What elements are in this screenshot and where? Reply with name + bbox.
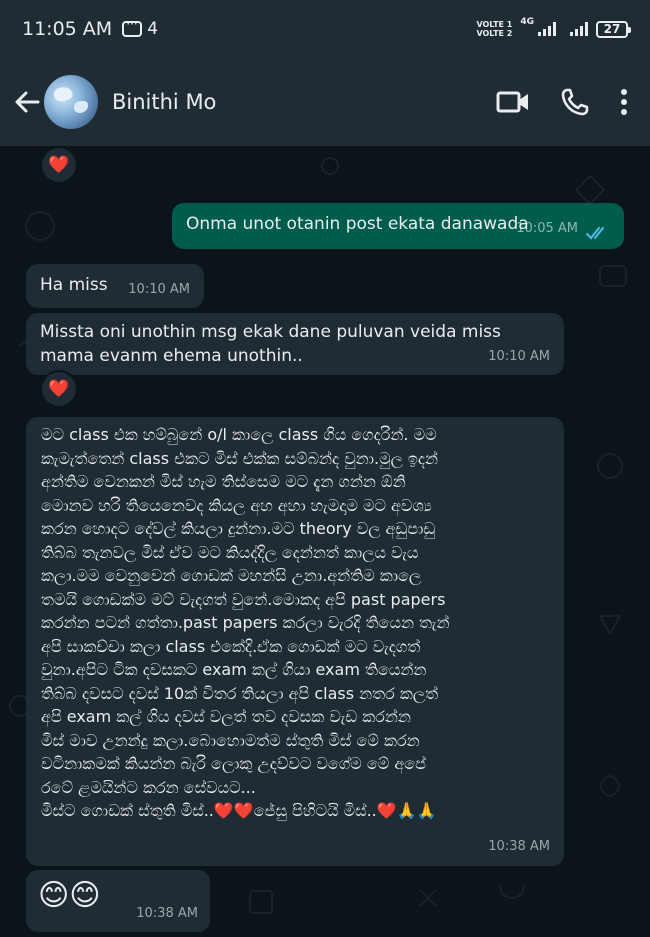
message-notification-icon: [122, 17, 143, 37]
message-line: කරන හොදට දේවල් කියලා දුන්නා.මට theory වල…: [41, 519, 436, 538]
message-incoming[interactable]: Missta oni unothin msg ekak dane puluvan…: [26, 313, 564, 375]
message-line: රටේ ළමයින්ට කරන සේවයට...: [41, 777, 256, 797]
message-line: තිබ්බ තැනවල මිස් ඒව මට කියද්දිල දෙන්නත් …: [41, 542, 419, 562]
message-line: මිස් මාව උනන්දු කලා.බොහොමත්ම ස්තුති මිස්…: [41, 730, 420, 750]
status-bar: 11:05 AM 4 VOLTE 1 VOLTE 2 4G 27: [0, 0, 650, 58]
message-line: කරන්න පටන් ගත්තා.past papers කරලා වැරදි …: [41, 613, 450, 632]
video-call-icon[interactable]: [496, 89, 530, 115]
heart-reaction[interactable]: ❤️: [40, 146, 78, 184]
volte-1-label: VOLTE 1: [476, 20, 513, 29]
heart-reaction-emoji: ❤️: [48, 379, 70, 399]
message-time: 10:05 AM: [516, 221, 578, 236]
battery-icon: 27: [596, 20, 631, 38]
more-options-icon[interactable]: [620, 88, 628, 116]
signal-icon-1: [538, 22, 556, 36]
network-type: 4G: [520, 17, 534, 27]
volte-2-label: VOLTE 2: [476, 29, 513, 38]
contact-avatar[interactable]: [44, 75, 98, 129]
message-incoming-emoji[interactable]: 😊😊 10:38 AM: [26, 870, 210, 932]
message-line: කැමැත්තෙන් class එකට මිස් එක්ක සම්බන්ද ව…: [41, 448, 438, 468]
message-line: අන්තිම වෙනකන් මිස් හැම තිස්සෙම මට දැන ගන…: [41, 472, 406, 491]
message-line: වටිනාකමක් කියන්න බැරි ලොකු උදව්වට වගේම ම…: [41, 754, 426, 773]
message-outgoing[interactable]: Onma unot otanin post ekata danawada 10:…: [172, 203, 624, 249]
status-time: 11:05 AM: [22, 18, 113, 40]
notification-indicator: 4: [122, 17, 159, 39]
notification-count: 4: [147, 19, 159, 39]
message-time: 10:10 AM: [128, 282, 190, 297]
signal-icon-2: [570, 22, 588, 36]
message-line: තිබ්බ දවසට දවස් 10ක් විතර තියලා අපි clas…: [41, 683, 439, 703]
heart-reaction-emoji: ❤️: [48, 155, 70, 175]
message-line: වුනා.අපිට ටික දවසකට exam කල් ගියා exam ත…: [41, 660, 427, 679]
message-line: අපි exam කල් ගිය දවස් වලත් තව දවසක වැඩ ක…: [41, 707, 411, 726]
message-line: අපි සාකච්චා කලා class එකේදි.ඒක ගොඩක් මට …: [41, 636, 421, 656]
back-arrow-icon: [15, 91, 40, 113]
message-line: මොනව හරි තියෙනෙවද කියල අහ අහා හැමදාම මට …: [41, 495, 432, 515]
message-text: Missta oni unothin msg ekak dane puluvan…: [40, 322, 501, 366]
message-text: 😊😊: [38, 878, 101, 913]
message-incoming-long[interactable]: මට class එක හම්බුනේ o/l කාලෙ class ගිය ග…: [26, 417, 564, 866]
message-time: 10:38 AM: [136, 906, 198, 921]
message-line: මට class එක හම්බුනේ o/l කාලෙ class ගිය ග…: [41, 425, 437, 444]
message-text: Ha miss: [40, 275, 108, 295]
message-line: මිස්ට ගොඩක් ස්තුති මිස්..❤️❤️ජේසු පිහිටය…: [41, 801, 437, 820]
status-right: VOLTE 1 VOLTE 2 4G 27: [476, 17, 631, 38]
message-line: කලා.මම වෙනුවෙන් ගොඩක් මහන්සි උනා.අන්තිම …: [41, 566, 422, 585]
message-line: තමයි ගොඩක්ම මට් වැදගත් වුනේ.මොකද අපි pas…: [41, 589, 446, 609]
message-time: 10:10 AM: [488, 349, 550, 364]
chat-area[interactable]: ❤️ Onma unot otanin post ekata danawada …: [0, 146, 650, 937]
message-incoming[interactable]: Ha miss 10:10 AM: [26, 264, 204, 308]
read-receipt-icon: [586, 227, 604, 240]
message-text: Onma unot otanin post ekata danawada: [186, 214, 529, 234]
contact-name[interactable]: Binithi Mo: [112, 90, 216, 114]
chat-header: Binithi Mo: [0, 58, 650, 146]
message-time: 10:38 AM: [488, 838, 550, 854]
heart-reaction[interactable]: ❤️: [40, 370, 78, 408]
voice-call-icon[interactable]: [560, 87, 590, 117]
volte-indicator: VOLTE 1 VOLTE 2: [476, 20, 512, 38]
battery-level: 27: [603, 22, 621, 36]
header-actions: [496, 87, 628, 117]
